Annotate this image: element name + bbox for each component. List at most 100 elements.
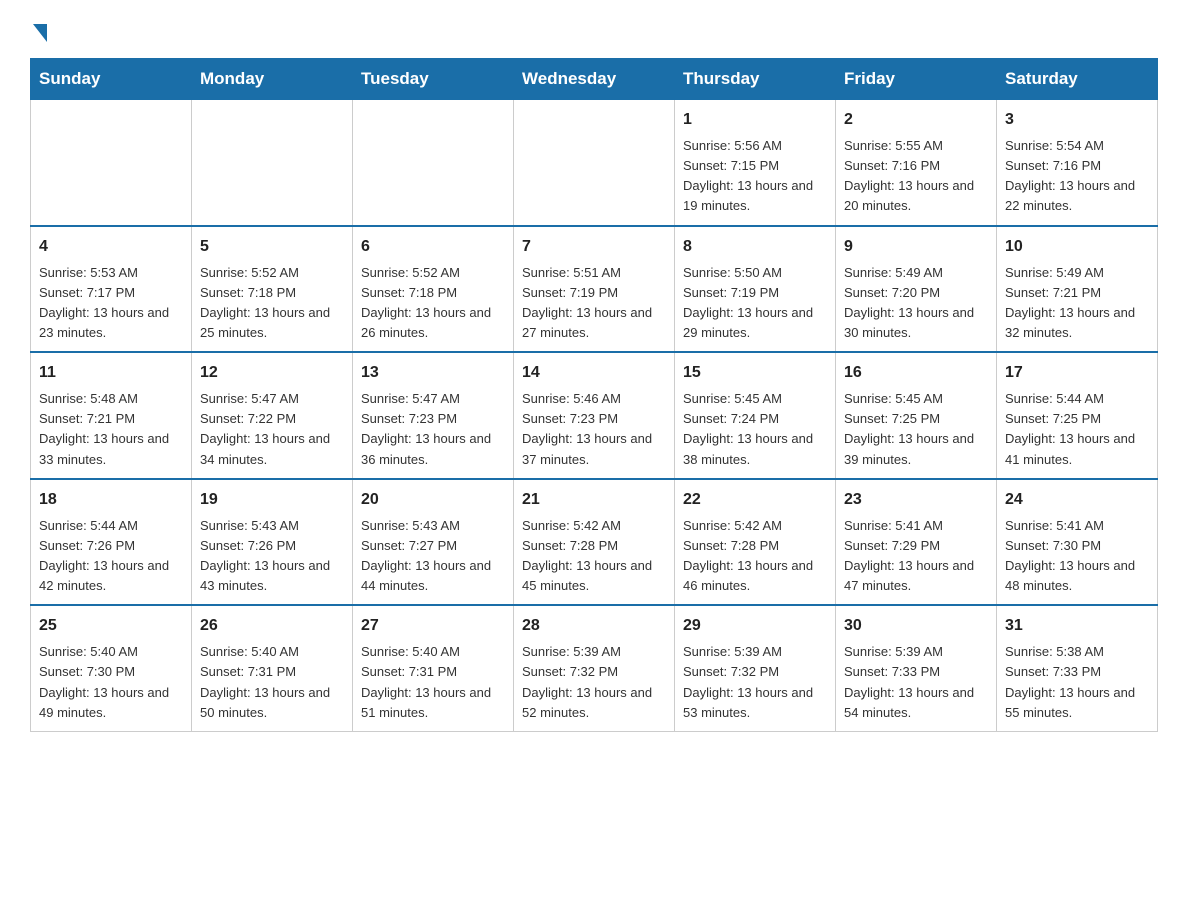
day-number: 7 — [522, 235, 666, 259]
calendar-cell: 6Sunrise: 5:52 AM Sunset: 7:18 PM Daylig… — [353, 226, 514, 353]
calendar-cell: 3 Sunrise: 5:54 AM Sunset: 7:16 PM Daylig… — [997, 100, 1158, 226]
day-of-week-header: Saturday — [997, 59, 1158, 100]
day-of-week-header: Thursday — [675, 59, 836, 100]
day-info: Sunrise: 5:52 AM Sunset: 7:18 PM Dayligh… — [361, 263, 505, 344]
day-info: Sunrise: 5:43 AM Sunset: 7:27 PM Dayligh… — [361, 516, 505, 597]
calendar-cell: 23 Sunrise: 5:41 AM Sunset: 7:29 PM Dayli… — [836, 479, 997, 606]
calendar-cell: 17Sunrise: 5:44 AM Sunset: 7:25 PM Dayli… — [997, 352, 1158, 479]
calendar-cell: 21Sunrise: 5:42 AM Sunset: 7:28 PM Dayli… — [514, 479, 675, 606]
calendar-cell: 13 Sunrise: 5:47 AM Sunset: 7:23 PM Dayli… — [353, 352, 514, 479]
calendar-cell: 20 Sunrise: 5:43 AM Sunset: 7:27 PM Dayli… — [353, 479, 514, 606]
day-info: Sunrise: 5:39 AM Sunset: 7:32 PM Dayligh… — [522, 642, 666, 723]
day-number: 11 — [39, 361, 183, 385]
calendar-cell: 10 Sunrise: 5:49 AM Sunset: 7:21 PM Dayli… — [997, 226, 1158, 353]
day-number: 12 — [200, 361, 344, 385]
day-number: 23 — [844, 488, 988, 512]
calendar-cell: 4 Sunrise: 5:53 AM Sunset: 7:17 PM Daylig… — [31, 226, 192, 353]
day-info: Sunrise: 5:44 AM Sunset: 7:26 PM Dayligh… — [39, 516, 183, 597]
day-number: 22 — [683, 488, 827, 512]
day-number: 14 — [522, 361, 666, 385]
day-number: 3 — [1005, 108, 1149, 132]
day-info: Sunrise: 5:46 AM Sunset: 7:23 PM Dayligh… — [522, 389, 666, 470]
calendar-cell: 14 Sunrise: 5:46 AM Sunset: 7:23 PM Dayli… — [514, 352, 675, 479]
day-info: Sunrise: 5:47 AM Sunset: 7:23 PM Dayligh… — [361, 389, 505, 470]
day-number: 21 — [522, 488, 666, 512]
day-number: 2 — [844, 108, 988, 132]
day-info: Sunrise: 5:45 AM Sunset: 7:25 PM Dayligh… — [844, 389, 988, 470]
calendar-cell: 22 Sunrise: 5:42 AM Sunset: 7:28 PM Dayli… — [675, 479, 836, 606]
day-number: 15 — [683, 361, 827, 385]
calendar-header-row: SundayMondayTuesdayWednesdayThursdayFrid… — [31, 59, 1158, 100]
calendar-cell — [31, 100, 192, 226]
day-info: Sunrise: 5:41 AM Sunset: 7:29 PM Dayligh… — [844, 516, 988, 597]
day-info: Sunrise: 5:45 AM Sunset: 7:24 PM Dayligh… — [683, 389, 827, 470]
logo — [30, 20, 47, 38]
calendar-cell: 18 Sunrise: 5:44 AM Sunset: 7:26 PM Dayli… — [31, 479, 192, 606]
calendar-cell: 11Sunrise: 5:48 AM Sunset: 7:21 PM Dayli… — [31, 352, 192, 479]
day-info: Sunrise: 5:56 AM Sunset: 7:15 PM Dayligh… — [683, 136, 827, 217]
day-info: Sunrise: 5:49 AM Sunset: 7:21 PM Dayligh… — [1005, 263, 1149, 344]
day-number: 31 — [1005, 614, 1149, 638]
day-number: 1 — [683, 108, 827, 132]
calendar-cell: 15 Sunrise: 5:45 AM Sunset: 7:24 PM Dayli… — [675, 352, 836, 479]
day-info: Sunrise: 5:40 AM Sunset: 7:30 PM Dayligh… — [39, 642, 183, 723]
day-info: Sunrise: 5:40 AM Sunset: 7:31 PM Dayligh… — [200, 642, 344, 723]
day-info: Sunrise: 5:40 AM Sunset: 7:31 PM Dayligh… — [361, 642, 505, 723]
day-info: Sunrise: 5:50 AM Sunset: 7:19 PM Dayligh… — [683, 263, 827, 344]
day-info: Sunrise: 5:49 AM Sunset: 7:20 PM Dayligh… — [844, 263, 988, 344]
calendar-week-row: 4 Sunrise: 5:53 AM Sunset: 7:17 PM Daylig… — [31, 226, 1158, 353]
day-number: 30 — [844, 614, 988, 638]
calendar-cell — [192, 100, 353, 226]
day-number: 4 — [39, 235, 183, 259]
day-info: Sunrise: 5:51 AM Sunset: 7:19 PM Dayligh… — [522, 263, 666, 344]
calendar-cell: 31 Sunrise: 5:38 AM Sunset: 7:33 PM Dayli… — [997, 605, 1158, 731]
day-info: Sunrise: 5:54 AM Sunset: 7:16 PM Dayligh… — [1005, 136, 1149, 217]
day-info: Sunrise: 5:47 AM Sunset: 7:22 PM Dayligh… — [200, 389, 344, 470]
day-info: Sunrise: 5:55 AM Sunset: 7:16 PM Dayligh… — [844, 136, 988, 217]
calendar-cell: 9 Sunrise: 5:49 AM Sunset: 7:20 PM Daylig… — [836, 226, 997, 353]
calendar-cell: 27 Sunrise: 5:40 AM Sunset: 7:31 PM Dayli… — [353, 605, 514, 731]
calendar-cell: 5Sunrise: 5:52 AM Sunset: 7:18 PM Daylig… — [192, 226, 353, 353]
day-info: Sunrise: 5:39 AM Sunset: 7:33 PM Dayligh… — [844, 642, 988, 723]
calendar-table: SundayMondayTuesdayWednesdayThursdayFrid… — [30, 58, 1158, 732]
day-number: 8 — [683, 235, 827, 259]
day-of-week-header: Tuesday — [353, 59, 514, 100]
day-number: 13 — [361, 361, 505, 385]
day-number: 16 — [844, 361, 988, 385]
day-number: 18 — [39, 488, 183, 512]
calendar-cell: 29 Sunrise: 5:39 AM Sunset: 7:32 PM Dayli… — [675, 605, 836, 731]
day-info: Sunrise: 5:39 AM Sunset: 7:32 PM Dayligh… — [683, 642, 827, 723]
day-of-week-header: Monday — [192, 59, 353, 100]
calendar-cell: 2 Sunrise: 5:55 AM Sunset: 7:16 PM Daylig… — [836, 100, 997, 226]
calendar-cell: 30 Sunrise: 5:39 AM Sunset: 7:33 PM Dayli… — [836, 605, 997, 731]
day-number: 28 — [522, 614, 666, 638]
calendar-cell: 19Sunrise: 5:43 AM Sunset: 7:26 PM Dayli… — [192, 479, 353, 606]
calendar-cell: 16 Sunrise: 5:45 AM Sunset: 7:25 PM Dayli… — [836, 352, 997, 479]
calendar-cell: 26 Sunrise: 5:40 AM Sunset: 7:31 PM Dayli… — [192, 605, 353, 731]
day-number: 9 — [844, 235, 988, 259]
day-number: 24 — [1005, 488, 1149, 512]
calendar-cell: 8 Sunrise: 5:50 AM Sunset: 7:19 PM Daylig… — [675, 226, 836, 353]
calendar-week-row: 11Sunrise: 5:48 AM Sunset: 7:21 PM Dayli… — [31, 352, 1158, 479]
day-info: Sunrise: 5:42 AM Sunset: 7:28 PM Dayligh… — [683, 516, 827, 597]
day-number: 29 — [683, 614, 827, 638]
page-header — [30, 20, 1158, 38]
day-number: 5 — [200, 235, 344, 259]
calendar-cell: 24Sunrise: 5:41 AM Sunset: 7:30 PM Dayli… — [997, 479, 1158, 606]
calendar-cell — [514, 100, 675, 226]
calendar-cell: 1 Sunrise: 5:56 AM Sunset: 7:15 PM Daylig… — [675, 100, 836, 226]
day-number: 19 — [200, 488, 344, 512]
calendar-week-row: 18 Sunrise: 5:44 AM Sunset: 7:26 PM Dayli… — [31, 479, 1158, 606]
day-info: Sunrise: 5:38 AM Sunset: 7:33 PM Dayligh… — [1005, 642, 1149, 723]
calendar-cell: 28 Sunrise: 5:39 AM Sunset: 7:32 PM Dayli… — [514, 605, 675, 731]
day-info: Sunrise: 5:53 AM Sunset: 7:17 PM Dayligh… — [39, 263, 183, 344]
day-of-week-header: Wednesday — [514, 59, 675, 100]
day-number: 26 — [200, 614, 344, 638]
day-info: Sunrise: 5:44 AM Sunset: 7:25 PM Dayligh… — [1005, 389, 1149, 470]
day-of-week-header: Friday — [836, 59, 997, 100]
calendar-week-row: 1 Sunrise: 5:56 AM Sunset: 7:15 PM Daylig… — [31, 100, 1158, 226]
day-number: 27 — [361, 614, 505, 638]
day-number: 10 — [1005, 235, 1149, 259]
logo-triangle-icon — [33, 24, 47, 42]
day-number: 20 — [361, 488, 505, 512]
